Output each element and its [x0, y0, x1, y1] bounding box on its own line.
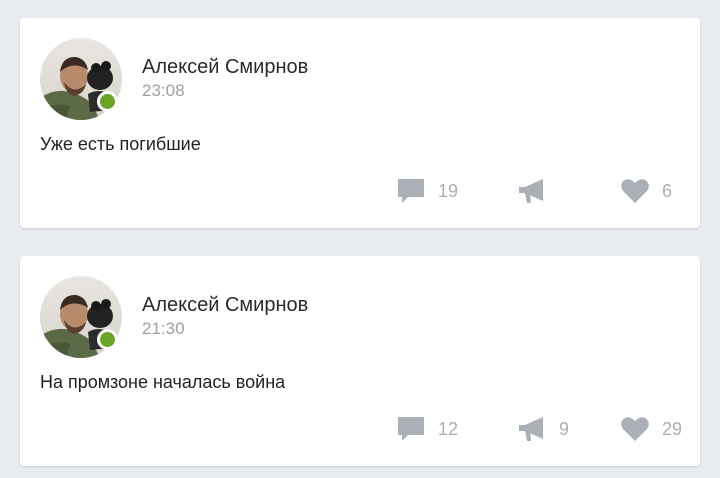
megaphone-icon — [519, 179, 543, 203]
repost-count: 9 — [559, 419, 570, 439]
author-name[interactable]: Алексей Смирнов — [142, 294, 308, 316]
comment-count: 12 — [438, 419, 459, 439]
comment-button[interactable]: 19 — [396, 176, 458, 206]
megaphone-icon — [519, 417, 543, 441]
heart-icon — [621, 179, 649, 203]
post-card: Алексей Смирнов 23:08 Уже есть погибшие … — [20, 18, 700, 228]
like-button[interactable]: 29 — [620, 414, 682, 444]
post-text: На промзоне началась война — [40, 372, 286, 392]
post-time[interactable]: 23:08 — [142, 81, 185, 101]
post-card: Алексей Смирнов 21:30 На промзоне начала… — [20, 256, 700, 466]
like-count: 29 — [662, 419, 683, 439]
author-name[interactable]: Алексей Смирнов — [142, 56, 308, 78]
post-actions: 12 9 29 — [20, 414, 700, 444]
post-actions: 19 6 — [20, 176, 700, 206]
like-button[interactable]: 6 — [620, 176, 672, 206]
comment-icon — [398, 179, 424, 203]
comment-count: 19 — [438, 181, 459, 201]
comment-icon — [398, 417, 424, 441]
heart-icon — [621, 417, 649, 441]
online-status-indicator — [97, 329, 118, 350]
repost-button[interactable] — [517, 176, 559, 206]
post-time[interactable]: 21:30 — [142, 319, 185, 339]
author-avatar[interactable] — [40, 38, 122, 120]
repost-button[interactable]: 9 — [517, 414, 569, 444]
like-count: 6 — [662, 181, 673, 201]
news-feed: Алексей Смирнов 23:08 Уже есть погибшие … — [20, 18, 700, 466]
author-avatar[interactable] — [40, 276, 122, 358]
online-status-indicator — [97, 91, 118, 112]
post-text: Уже есть погибшие — [40, 134, 201, 154]
comment-button[interactable]: 12 — [396, 414, 458, 444]
